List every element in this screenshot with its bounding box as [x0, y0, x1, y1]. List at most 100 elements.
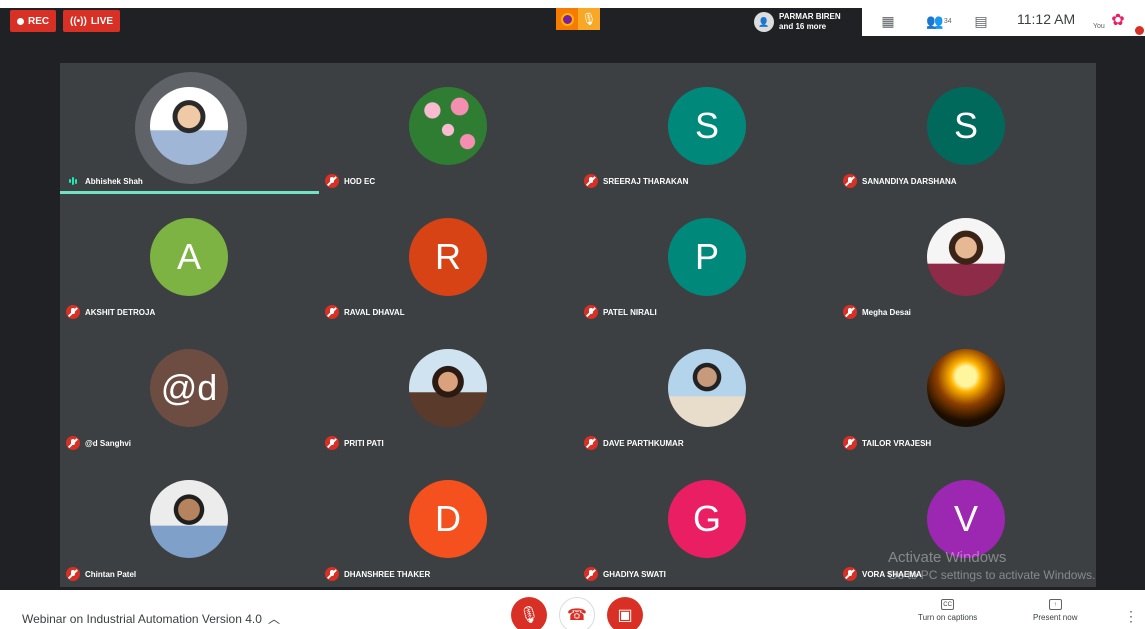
participant-tile[interactable]: TAILOR VRAJESH	[837, 325, 1096, 456]
participant-avatar: S	[668, 87, 746, 165]
broadcast-icon: ((•))	[70, 15, 87, 27]
participant-tile[interactable]: DAVE PARTHKUMAR	[578, 325, 837, 456]
participant-label: PATEL NIRALI	[584, 305, 657, 319]
clock: 11:12 AM	[1017, 11, 1076, 27]
participant-name: GHADIYA SWATI	[603, 569, 666, 579]
more-options-icon[interactable]: ⋮	[1124, 608, 1138, 625]
muted-mic-icon	[325, 174, 339, 188]
presenter-name: PARMAR BIREN	[779, 12, 841, 21]
participant-avatar	[927, 349, 1005, 427]
firefox-icon[interactable]	[556, 8, 578, 30]
participant-label: DAVE PARTHKUMAR	[584, 436, 684, 450]
participant-name: DAVE PARTHKUMAR	[603, 438, 684, 448]
muted-mic-icon	[584, 436, 598, 450]
muted-mic-icon	[584, 174, 598, 188]
participant-tile[interactable]: Chintan Patel	[60, 456, 319, 587]
participant-name: SREERAJ THARAKAN	[603, 176, 689, 186]
participant-label: Megha Desai	[843, 305, 911, 319]
participant-name: PRITI PATI	[344, 438, 384, 448]
participant-avatar: @d	[150, 349, 228, 427]
activate-windows-watermark: Activate Windows Go to PC settings to ac…	[888, 549, 1095, 582]
captions-icon: CC	[941, 599, 955, 610]
participant-name: Abhishek Shah	[85, 176, 143, 186]
rec-label: REC	[28, 15, 50, 27]
microphone-icon[interactable]: 🎙	[578, 8, 600, 30]
participant-tile[interactable]: R RAVAL DHAVAL	[319, 194, 578, 325]
muted-mic-icon	[843, 436, 857, 450]
watermark-line1: Activate Windows	[888, 549, 1007, 566]
participant-avatar	[150, 87, 228, 165]
participant-avatar: P	[668, 218, 746, 296]
participant-tile[interactable]: @d @d Sanghvi	[60, 325, 319, 456]
participant-name: TAILOR VRAJESH	[862, 438, 932, 448]
participant-label: RAVAL DHAVAL	[325, 305, 405, 319]
muted-mic-icon	[584, 567, 598, 581]
captions-label: Turn on captions	[918, 613, 978, 622]
camera-toggle-button[interactable]: ▣	[607, 597, 643, 629]
present-button[interactable]: ↑ Present now	[1033, 599, 1077, 622]
participant-tile[interactable]: Megha Desai	[837, 194, 1096, 325]
participant-avatar: S	[927, 87, 1005, 165]
participant-label: @d Sanghvi	[66, 436, 131, 450]
presenter-avatar: 👤	[754, 12, 774, 32]
participant-name: @d Sanghvi	[85, 438, 132, 448]
participant-label: Abhishek Shah	[66, 174, 143, 188]
recording-badge: REC	[10, 10, 57, 32]
muted-mic-icon	[325, 305, 339, 319]
live-badge: ((•)) LIVE	[63, 10, 121, 32]
participant-avatar	[668, 349, 746, 427]
participant-tile[interactable]: S SREERAJ THARAKAN	[578, 63, 837, 194]
hangup-icon: ☎	[567, 607, 587, 624]
participant-name: AKSHIT DETROJA	[85, 307, 156, 317]
participant-avatar	[927, 218, 1005, 296]
muted-mic-icon	[325, 436, 339, 450]
participant-avatar: R	[409, 218, 487, 296]
muted-mic-icon	[66, 436, 80, 450]
layout-icon[interactable]: ▦	[876, 10, 900, 32]
camera-off-icon: ▣	[617, 607, 633, 624]
participant-label: DHANSHREE THAKER	[325, 567, 430, 581]
participant-avatar: V	[927, 480, 1005, 558]
presenter-chip[interactable]: 👤 PARMAR BIREN and 16 more	[750, 8, 862, 36]
participant-name: SANANDIYA DARSHANA	[862, 176, 957, 186]
participant-tile[interactable]: D DHANSHREE THAKER	[319, 456, 578, 587]
participant-label: PRITI PATI	[325, 436, 384, 450]
participant-tile[interactable]: P PATEL NIRALI	[578, 194, 837, 325]
self-view-icon[interactable]: ✿	[1106, 9, 1130, 31]
participant-name: Megha Desai	[862, 307, 911, 317]
participant-name: PATEL NIRALI	[603, 307, 657, 317]
participant-avatar	[409, 87, 487, 165]
people-count: 34	[943, 17, 952, 25]
muted-mic-icon	[66, 567, 80, 581]
people-icon[interactable]: 👥 34	[924, 10, 954, 32]
present-icon: ↑	[1048, 599, 1062, 610]
participant-label: Chintan Patel	[66, 567, 136, 581]
participant-tile[interactable]: PRITI PATI	[319, 325, 578, 456]
speaking-indicator-icon	[66, 177, 80, 185]
muted-mic-icon	[843, 567, 857, 581]
participant-avatar: D	[409, 480, 487, 558]
participant-tile[interactable]: G GHADIYA SWATI	[578, 456, 837, 587]
participant-tile[interactable]: A AKSHIT DETROJA	[60, 194, 319, 325]
participant-label: AKSHIT DETROJA	[66, 305, 155, 319]
participant-label: HOD EC	[325, 174, 375, 188]
participant-tile[interactable]: Abhishek Shah	[60, 63, 319, 194]
muted-mic-icon	[843, 174, 857, 188]
participant-tile[interactable]: S SANANDIYA DARSHANA	[837, 63, 1096, 194]
meeting-details[interactable]: Webinar on Industrial Automation Version…	[22, 610, 280, 627]
you-label: You	[1093, 23, 1105, 30]
participant-tile[interactable]: HOD EC	[319, 63, 578, 194]
chat-icon[interactable]: ▤	[969, 10, 993, 32]
meeting-title: Webinar on Industrial Automation Version…	[22, 611, 262, 626]
chevron-up-icon: ︿	[267, 612, 280, 626]
present-label: Present now	[1033, 613, 1078, 622]
muted-mic-icon	[325, 567, 339, 581]
leave-call-button[interactable]: ☎	[559, 597, 595, 629]
participant-name: HOD EC	[344, 176, 376, 186]
muted-mic-icon	[584, 305, 598, 319]
participant-name: RAVAL DHAVAL	[344, 307, 405, 317]
mic-toggle-button[interactable]: 🎙︎	[511, 597, 547, 629]
participant-label: SANANDIYA DARSHANA	[843, 174, 957, 188]
record-dot-icon	[17, 17, 24, 25]
captions-button[interactable]: CC Turn on captions	[918, 599, 977, 622]
